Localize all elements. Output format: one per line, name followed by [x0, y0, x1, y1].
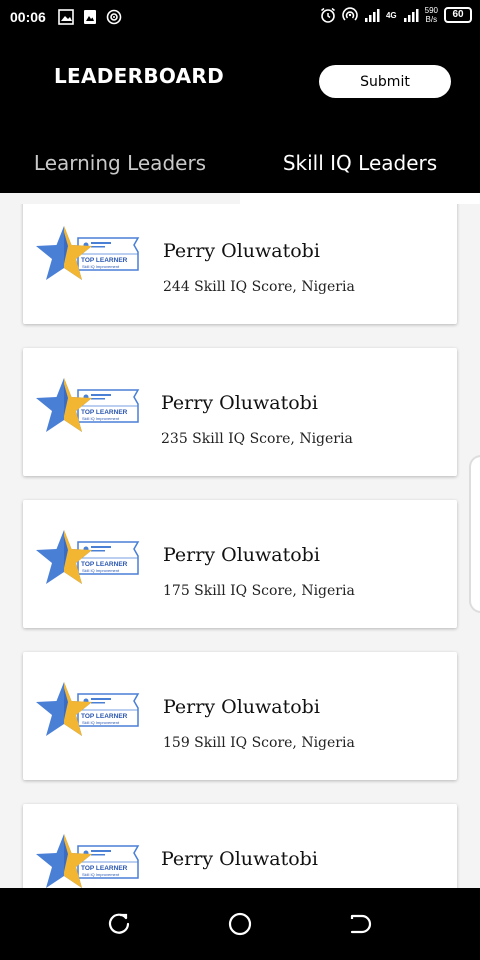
list-item[interactable]: TOP LEARNER Skill IQ Improvement Perry O… — [23, 204, 457, 324]
edge-panel-handle[interactable] — [469, 455, 480, 613]
badge-subtitle: Skill IQ Improvement — [82, 568, 120, 573]
star-badge-icon: TOP LEARNER Skill IQ Improvement — [36, 226, 140, 280]
status-time: 00:06 — [10, 9, 46, 25]
star-badge-icon: TOP LEARNER Skill IQ Improvement — [36, 682, 140, 736]
leader-score: 235 Skill IQ Score, Nigeria — [161, 431, 353, 447]
badge-title: TOP LEARNER — [81, 865, 128, 872]
submit-button[interactable]: Submit — [319, 65, 451, 98]
badge-subtitle: Skill IQ Improvement — [82, 264, 120, 269]
status-bar: 00:06 4G 590 B/s 60 — [0, 0, 480, 36]
list-item[interactable]: TOP LEARNER Skill IQ Improvement Perry O… — [23, 804, 457, 888]
leader-score: 244 Skill IQ Score, Nigeria — [163, 279, 355, 295]
leaders-list[interactable]: TOP LEARNER Skill IQ Improvement Perry O… — [0, 204, 480, 888]
net-speed: 590 B/s — [425, 6, 438, 24]
badge-title: TOP LEARNER — [81, 409, 128, 416]
badge-title: TOP LEARNER — [81, 713, 128, 720]
battery-icon: 60 — [444, 7, 472, 23]
leader-name: Perry Oluwatobi — [161, 848, 318, 870]
badge-title: TOP LEARNER — [81, 561, 128, 568]
list-item[interactable]: TOP LEARNER Skill IQ Improvement Perry O… — [23, 500, 457, 628]
active-tab-indicator — [240, 193, 480, 204]
net-speed-unit: B/s — [425, 15, 438, 24]
badge-subtitle: Skill IQ Improvement — [82, 872, 120, 877]
badge-title: TOP LEARNER — [81, 257, 128, 264]
star-badge-icon: TOP LEARNER Skill IQ Improvement — [36, 530, 140, 584]
image-icon — [58, 9, 74, 25]
network-type: 4G — [385, 10, 397, 20]
leader-name: Perry Oluwatobi — [161, 392, 318, 414]
badge-subtitle: Skill IQ Improvement — [82, 720, 120, 725]
back-icon[interactable] — [346, 910, 374, 938]
star-badge-icon: TOP LEARNER Skill IQ Improvement — [36, 834, 140, 888]
leader-score: 175 Skill IQ Score, Nigeria — [163, 583, 355, 599]
home-icon[interactable] — [226, 910, 254, 938]
list-item[interactable]: TOP LEARNER Skill IQ Improvement Perry O… — [23, 652, 457, 780]
leader-name: Perry Oluwatobi — [163, 696, 320, 718]
page-title: LEADERBOARD — [54, 64, 225, 88]
signal-icon — [364, 9, 380, 22]
tab-skill-iq-leaders[interactable]: Skill IQ Leaders — [240, 136, 480, 193]
star-badge-icon: TOP LEARNER Skill IQ Improvement — [36, 378, 140, 432]
navigation-bar — [0, 888, 480, 960]
alarm-icon — [321, 7, 335, 23]
hotspot-icon — [106, 9, 122, 25]
app-bar: LEADERBOARD Submit — [0, 36, 480, 136]
photo-icon — [84, 10, 96, 24]
leader-score: 159 Skill IQ Score, Nigeria — [163, 735, 355, 751]
list-item[interactable]: TOP LEARNER Skill IQ Improvement Perry O… — [23, 348, 457, 476]
signal-icon — [403, 9, 419, 22]
leader-name: Perry Oluwatobi — [163, 240, 320, 262]
net-speed-value: 590 — [424, 6, 438, 15]
tab-learning-leaders[interactable]: Learning Leaders — [0, 136, 240, 193]
hotspot-icon — [342, 7, 358, 21]
tab-bar: Learning Leaders Skill IQ Leaders — [0, 136, 480, 204]
recents-icon[interactable] — [106, 910, 134, 938]
badge-subtitle: Skill IQ Improvement — [82, 416, 120, 421]
leader-name: Perry Oluwatobi — [163, 544, 320, 566]
